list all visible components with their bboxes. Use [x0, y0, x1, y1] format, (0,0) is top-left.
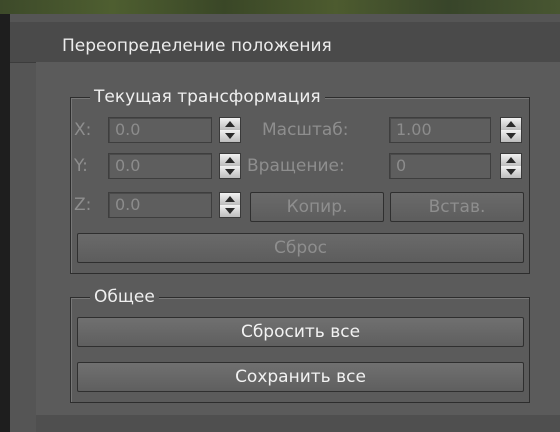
rotation-field[interactable]: 0 [389, 153, 491, 179]
copy-button[interactable]: Копир. [250, 192, 384, 222]
rotation-spinner[interactable] [500, 153, 522, 179]
arrow-up-icon[interactable] [220, 118, 240, 130]
arrow-up-icon[interactable] [220, 154, 240, 166]
x-field[interactable]: 0.0 [108, 117, 212, 143]
background-strip [0, 0, 560, 14]
z-field[interactable]: 0.0 [108, 192, 212, 218]
dialog-title: Переопределение положения [62, 36, 332, 56]
arrow-down-icon[interactable] [220, 205, 240, 217]
reset-button[interactable]: Сброс [77, 233, 524, 263]
y-field[interactable]: 0.0 [108, 153, 212, 179]
x-spinner[interactable] [219, 117, 241, 143]
paste-button[interactable]: Встав. [390, 192, 524, 222]
current-transform-title: Текущая трансформация [90, 87, 325, 107]
bottom-edge [36, 415, 560, 432]
arrow-down-icon[interactable] [220, 166, 240, 178]
arrow-down-icon[interactable] [501, 130, 521, 142]
z-label: Z: [74, 195, 92, 215]
z-spinner[interactable] [219, 192, 241, 218]
y-label: Y: [74, 156, 88, 176]
scale-spinner[interactable] [500, 117, 522, 143]
save-all-button[interactable]: Сохранить все [77, 362, 524, 392]
y-spinner[interactable] [219, 153, 241, 179]
general-title: Общее [90, 287, 159, 307]
arrow-down-icon[interactable] [220, 130, 240, 142]
scale-field[interactable]: 1.00 [389, 117, 491, 143]
arrow-down-icon[interactable] [501, 166, 521, 178]
rotation-label: Вращение: [247, 156, 345, 176]
left-edge [0, 14, 10, 432]
arrow-up-icon[interactable] [501, 154, 521, 166]
scale-label: Масштаб: [262, 120, 349, 140]
x-label: X: [74, 120, 92, 140]
reset-all-button[interactable]: Сбросить все [77, 317, 524, 347]
arrow-up-icon[interactable] [220, 193, 240, 205]
arrow-up-icon[interactable] [501, 118, 521, 130]
